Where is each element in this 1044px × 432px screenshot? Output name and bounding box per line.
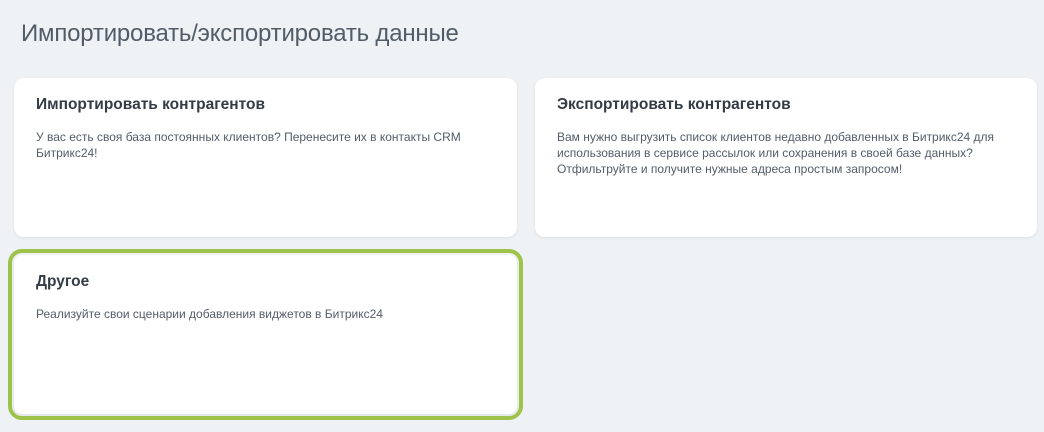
other-card[interactable]: Другое Реализуйте свои сценарии добавлен… (8, 249, 523, 420)
page-title: Импортировать/экспортировать данные (21, 20, 459, 47)
export-card-title: Экспортировать контрагентов (557, 96, 791, 113)
import-card-description: У вас есть своя база постоянных клиентов… (36, 130, 461, 160)
other-card-description: Реализуйте свои сценарии добавления видж… (36, 307, 383, 321)
export-contractors-card[interactable]: Экспортировать контрагентов Вам нужно вы… (535, 78, 1037, 237)
export-card-description: Вам нужно выгрузить список клиентов неда… (557, 130, 995, 176)
import-card-title: Импортировать контрагентов (36, 96, 266, 113)
other-card-title: Другое (36, 273, 90, 290)
import-contractors-card[interactable]: Импортировать контрагентов У вас есть св… (14, 78, 517, 237)
